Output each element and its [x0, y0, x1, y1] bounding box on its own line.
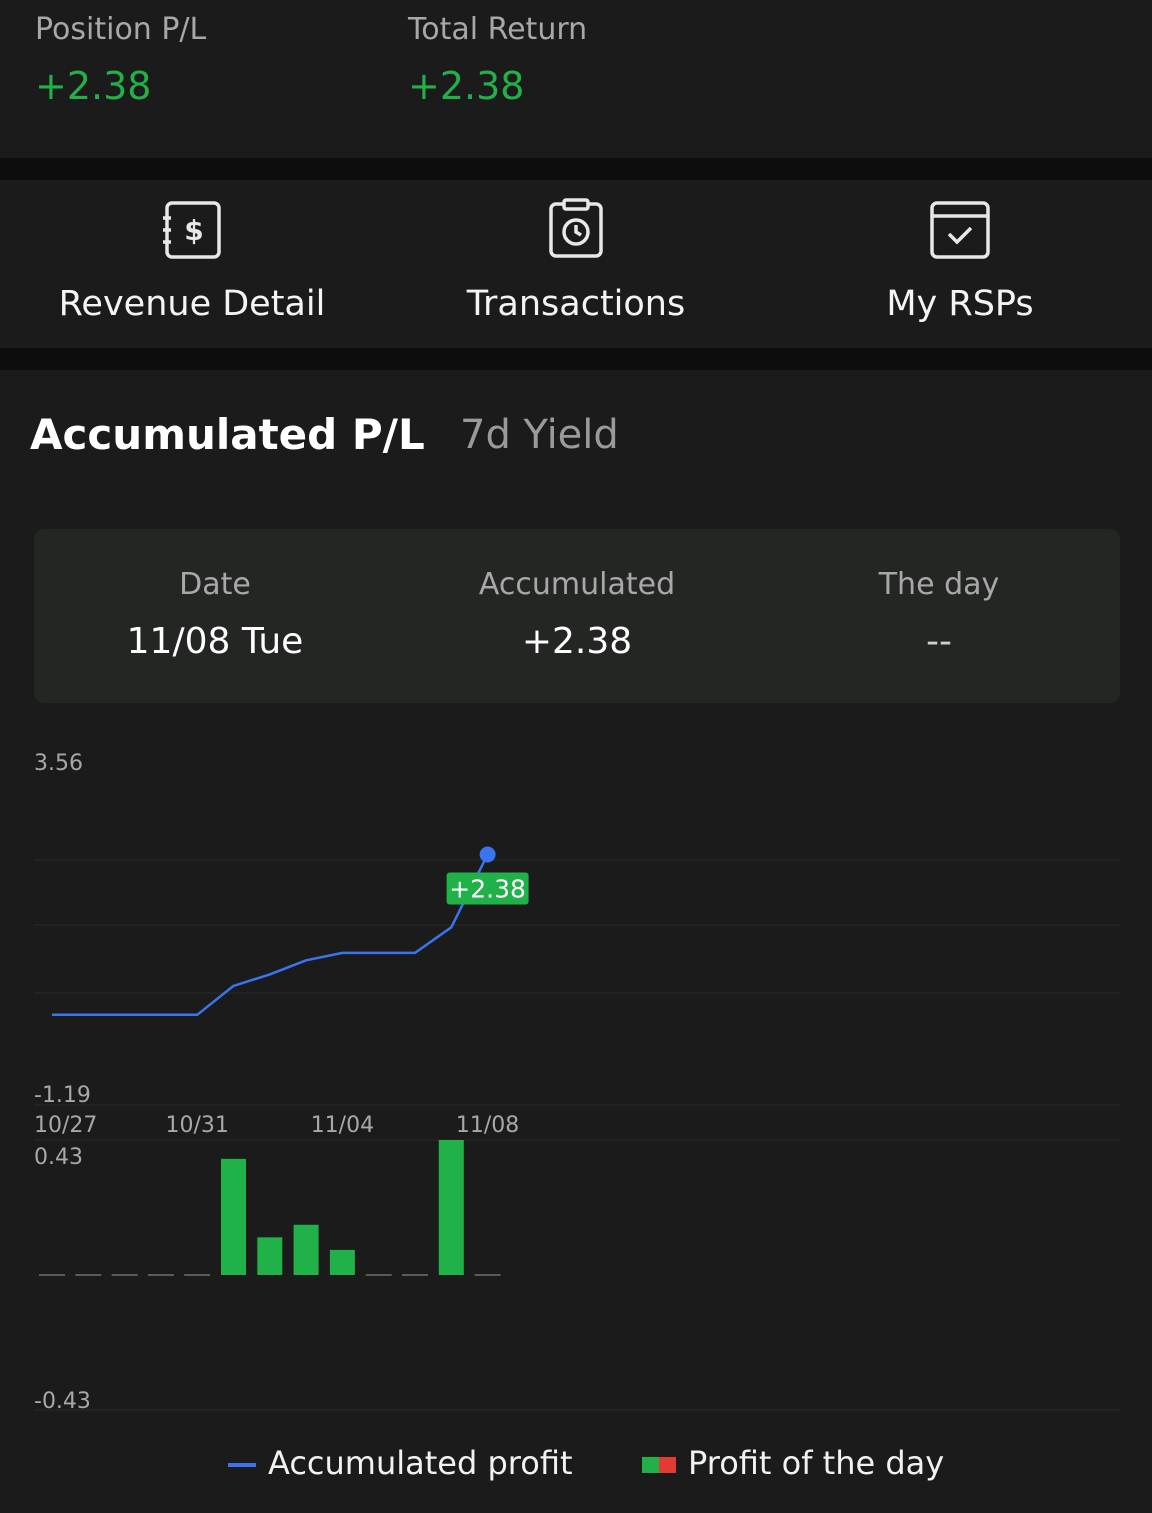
tab-7d-yield[interactable]: 7d Yield [460, 412, 619, 458]
transactions-label: Transactions [466, 284, 686, 324]
total-return-label: Total Return [408, 12, 588, 47]
legend-profit-of-day: Profit of the day [642, 1444, 944, 1482]
date-label: Date [179, 567, 251, 602]
revenue-detail-icon: $ [163, 201, 221, 259]
profit-bar [438, 1140, 464, 1275]
day-value: -- [926, 621, 952, 662]
y-axis-min-label: -1.19 [34, 1083, 91, 1108]
x-axis-tick-label: 11/04 [311, 1113, 374, 1138]
position-pl-label: Position P/L [35, 12, 207, 47]
action-bar: $ Revenue Detail Transactions My RSPs [0, 180, 1152, 348]
accumulated-value: +2.38 [521, 621, 633, 662]
legend-accumulated-label: Accumulated profit [268, 1444, 573, 1482]
selected-point-dot [479, 846, 496, 863]
legend-bar-swatch [642, 1457, 676, 1473]
x-axis-tick-label: 10/27 [34, 1113, 97, 1138]
accumulated-profit-line [52, 853, 489, 1017]
selected-point-badge-label: +2.38 [449, 874, 526, 903]
legend-profit-label: Profit of the day [688, 1444, 945, 1482]
position-pl-value: +2.38 [35, 64, 152, 108]
date-value: 11/08 Tue [126, 621, 304, 662]
revenue-detail-label: Revenue Detail [58, 284, 326, 324]
day-label: The day [878, 567, 1000, 602]
my-rsps-label: My RSPs [886, 284, 1034, 324]
my-rsps-button[interactable]: My RSPs [768, 180, 1152, 348]
profit-bar [329, 1249, 355, 1275]
selected-point-card: Date 11/08 Tue Accumulated +2.38 The day… [34, 529, 1120, 703]
calendar-check-icon [930, 201, 990, 259]
accumulated-label: Accumulated [478, 567, 676, 602]
total-return-value: +2.38 [408, 64, 525, 108]
bar-y-axis-max-label: 0.43 [34, 1145, 83, 1170]
profit-bar [293, 1224, 319, 1275]
revenue-detail-button[interactable]: $ Revenue Detail [0, 180, 384, 348]
y-axis-max-label: 3.56 [34, 751, 83, 776]
bar-y-axis-min-label: -0.43 [34, 1389, 91, 1414]
pl-chart[interactable]: 3.56 -1.19 +2.38 10/27 10/31 11/04 11/08 0.43 -0… [0, 730, 1152, 1430]
summary-section: Position P/L +2.38 Total Return +2.38 [0, 0, 1152, 158]
x-axis-tick-label: 10/31 [165, 1113, 228, 1138]
section-divider [0, 348, 1152, 370]
section-divider [0, 158, 1152, 180]
legend-line-swatch [228, 1463, 256, 1467]
transactions-button[interactable]: Transactions [384, 180, 768, 348]
svg-text:$: $ [184, 214, 203, 247]
profit-bar [221, 1158, 246, 1275]
profit-bar [257, 1237, 283, 1275]
x-axis-tick-label: 11/08 [456, 1113, 519, 1138]
tab-accumulated-pl[interactable]: Accumulated P/L [30, 410, 425, 459]
transactions-clock-icon [549, 198, 603, 258]
legend-accumulated-profit: Accumulated profit [228, 1444, 573, 1482]
